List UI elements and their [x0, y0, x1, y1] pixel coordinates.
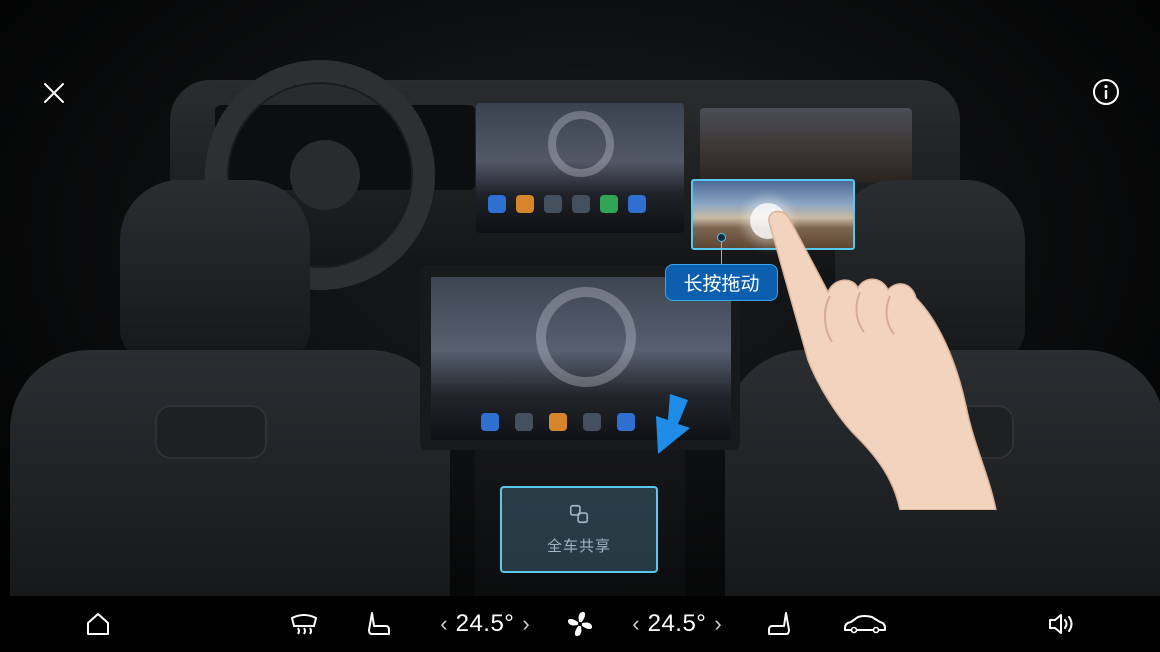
left-temp-value: 24.5°	[455, 610, 515, 637]
right-temperature-control: ‹ 24.5° ›	[622, 596, 732, 652]
driver-seat-heat-button[interactable]	[358, 596, 398, 652]
rear-defrost-icon	[290, 614, 318, 635]
driver-seat-pocket	[155, 405, 267, 459]
home-button[interactable]	[78, 596, 118, 652]
info-button[interactable]	[1088, 74, 1124, 110]
driver-seat-back	[10, 350, 450, 596]
close-button[interactable]	[38, 77, 70, 109]
seat-heat-icon	[768, 612, 790, 635]
fan-icon	[568, 612, 592, 636]
close-icon	[44, 83, 64, 103]
right-temp-decrease-button[interactable]: ‹	[632, 611, 639, 637]
left-temp-increase-button[interactable]: ›	[522, 611, 529, 637]
tooltip-anchor-dot	[717, 233, 726, 242]
home-icon	[87, 613, 109, 635]
steering-wheel-hub	[290, 140, 360, 210]
hand-gesture-illustration	[768, 210, 997, 510]
driver-headrest	[120, 180, 310, 360]
left-temperature-control: ‹ 24.5° ›	[430, 596, 540, 652]
passenger-seat-heat-button[interactable]	[760, 596, 800, 652]
vehicle-share-drop-zone[interactable]: 全车共享	[500, 486, 658, 573]
center-display-screen	[476, 103, 684, 233]
seat-heat-icon	[368, 612, 390, 635]
volume-icon	[1049, 614, 1073, 634]
cabin-illustration: 全车共享 长按拖动	[0, 0, 1160, 596]
passenger-display-screen	[700, 108, 912, 183]
drag-direction-arrow-icon	[656, 394, 690, 454]
left-temp-decrease-button[interactable]: ‹	[440, 611, 447, 637]
share-zone-label: 全车共享	[546, 537, 611, 555]
car-icon	[844, 615, 886, 634]
volume-button[interactable]	[1040, 596, 1084, 652]
fan-button[interactable]	[562, 596, 598, 652]
share-screens-icon	[569, 504, 589, 524]
right-temp-value: 24.5°	[647, 610, 707, 637]
right-temp-increase-button[interactable]: ›	[714, 611, 721, 637]
info-icon	[1093, 79, 1119, 105]
rear-defrost-button[interactable]	[284, 596, 324, 652]
vehicle-button[interactable]	[838, 596, 892, 652]
climate-bottom-bar: ‹ 24.5° › ‹ 24.5° ›	[0, 596, 1160, 652]
